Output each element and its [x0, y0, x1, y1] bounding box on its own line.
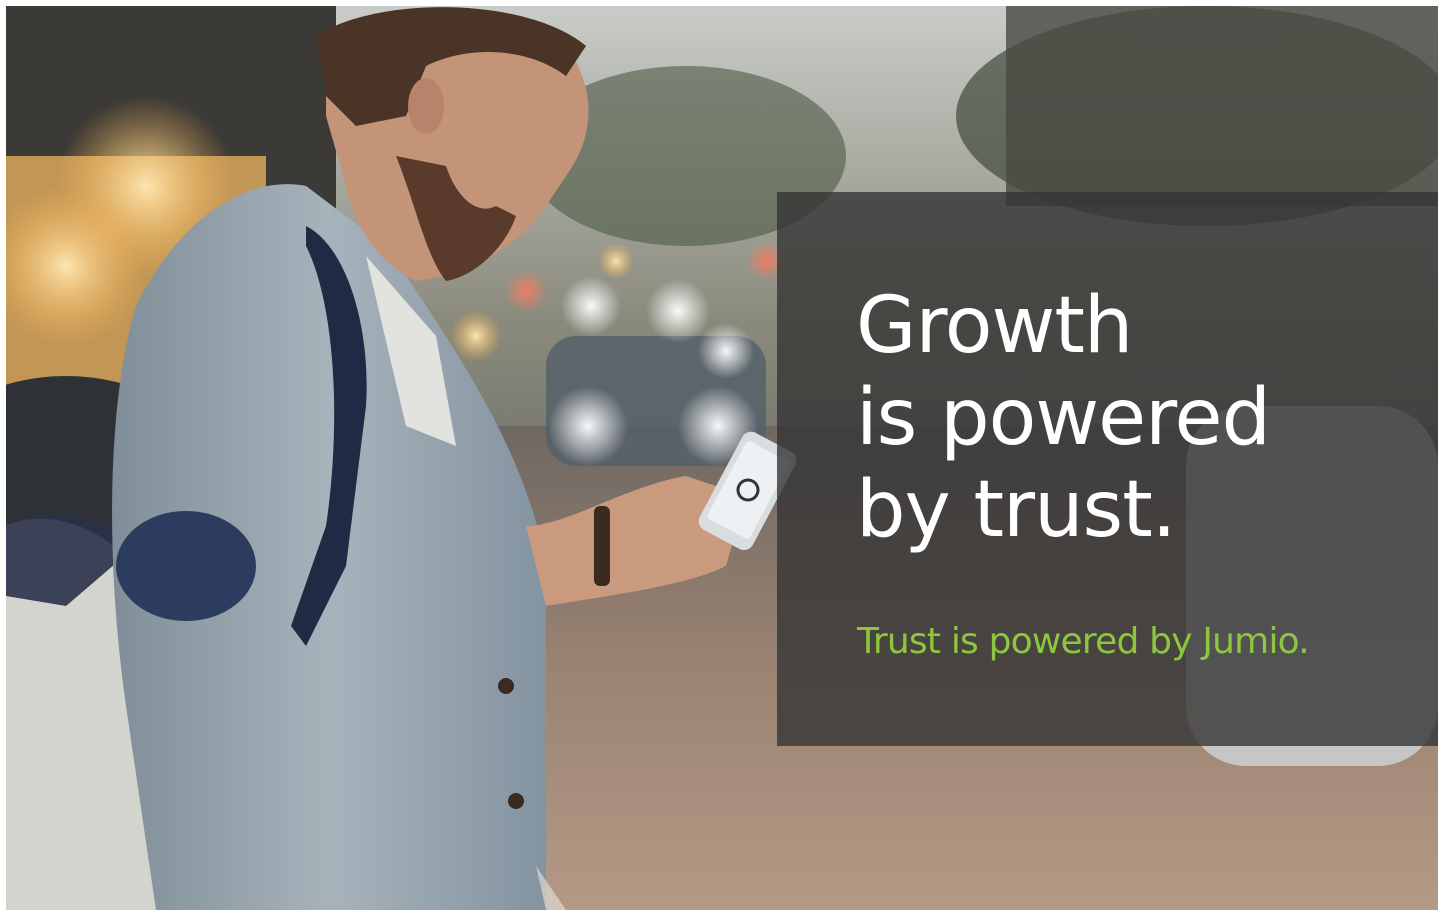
- headline-line-2: is powered: [856, 373, 1271, 463]
- headline-line-1: Growth: [856, 281, 1133, 371]
- headline: Growth is powered by trust.: [856, 280, 1271, 556]
- ad-banner: Growth is powered by trust. Trust is pow…: [6, 6, 1438, 910]
- text-overlay-panel: Growth is powered by trust. Trust is pow…: [777, 192, 1438, 746]
- headline-line-3: by trust.: [856, 465, 1177, 555]
- tagline: Trust is powered by Jumio.: [857, 621, 1310, 662]
